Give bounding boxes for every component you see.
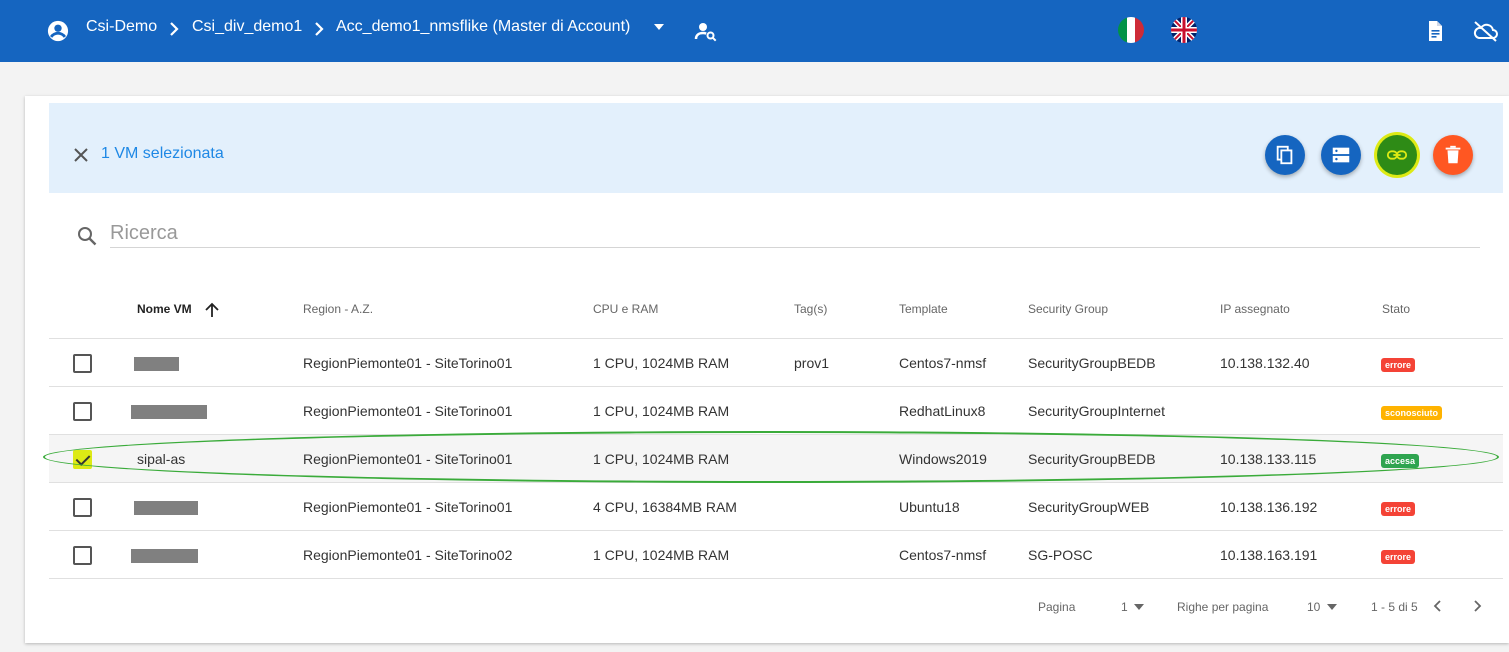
column-header-template[interactable]: Template — [899, 302, 948, 316]
redacted-vm-name — [134, 357, 179, 371]
column-header-security-group[interactable]: Security Group — [1028, 302, 1108, 316]
region-cell: RegionPiemonte01 - SiteTorino02 — [303, 547, 513, 563]
cpu-ram-cell: 1 CPU, 1024MB RAM — [593, 547, 730, 563]
table-row[interactable]: sipal-as RegionPiemonte01 - SiteTorino01… — [49, 434, 1503, 482]
redacted-vm-name — [134, 501, 198, 515]
page-range: 1 - 5 di 5 — [1371, 600, 1418, 614]
chevron-left-icon[interactable] — [1430, 598, 1446, 614]
copy-button[interactable] — [1265, 135, 1305, 175]
page-label: Pagina — [1038, 600, 1076, 614]
status-badge: errore — [1381, 502, 1416, 516]
trash-icon — [1445, 145, 1461, 164]
ip-cell: 10.138.163.191 — [1220, 547, 1318, 563]
table-row[interactable]: RegionPiemonte01 - SiteTorino01 1 CPU, 1… — [49, 338, 1503, 386]
account-circle-icon[interactable] — [47, 20, 69, 42]
status-badge: sconosciuto — [1381, 406, 1443, 420]
cpu-ram-cell: 1 CPU, 1024MB RAM — [593, 355, 730, 371]
table-row[interactable]: RegionPiemonte01 - SiteTorino01 1 CPU, 1… — [49, 386, 1503, 434]
security-group-cell: SG-POSC — [1028, 547, 1093, 563]
page-select[interactable]: 1 — [1121, 600, 1128, 614]
row-checkbox[interactable] — [73, 354, 92, 373]
ip-cell: 10.138.132.40 — [1220, 355, 1310, 371]
document-icon[interactable] — [1423, 19, 1447, 43]
template-cell: RedhatLinux8 — [899, 403, 986, 419]
template-cell: Windows2019 — [899, 451, 987, 467]
uk-flag-icon[interactable] — [1171, 17, 1197, 43]
template-cell: Centos7-nmsf — [899, 547, 987, 563]
storage-button[interactable] — [1321, 135, 1361, 175]
close-icon[interactable] — [73, 147, 89, 163]
search-input[interactable] — [110, 220, 1480, 248]
row-checkbox[interactable] — [73, 402, 92, 421]
table-row[interactable]: RegionPiemonte01 - SiteTorino01 4 CPU, 1… — [49, 482, 1503, 530]
status-badge: errore — [1381, 358, 1416, 372]
chevron-right-icon — [170, 22, 179, 36]
cloud-off-icon[interactable] — [1472, 19, 1500, 43]
redacted-vm-name — [131, 405, 207, 419]
row-checkbox[interactable] — [73, 498, 92, 517]
selection-count-label: 1 VM selezionata — [101, 145, 224, 162]
tags-cell: prov1 — [794, 355, 830, 371]
column-header-region[interactable]: Region - A.Z. — [303, 302, 373, 316]
vm-name-cell: sipal-as — [137, 451, 186, 467]
security-group-cell: SecurityGroupInternet — [1028, 403, 1165, 419]
status-badge: accesa — [1381, 454, 1420, 468]
search-icon — [78, 227, 97, 246]
region-cell: RegionPiemonte01 - SiteTorino01 — [303, 355, 513, 371]
template-cell: Ubuntu18 — [899, 499, 960, 515]
column-header-status[interactable]: Stato — [1382, 302, 1410, 316]
delete-button[interactable] — [1433, 135, 1473, 175]
redacted-vm-name — [131, 549, 198, 563]
security-group-cell: SecurityGroupBEDB — [1028, 355, 1156, 371]
chevron-right-icon[interactable] — [1469, 598, 1485, 614]
row-checkbox[interactable] — [73, 450, 92, 469]
breadcrumb-account[interactable]: Acc_demo1_nmsflike (Master di Account) — [336, 18, 630, 36]
column-header-tags[interactable]: Tag(s) — [794, 302, 827, 316]
ip-cell: 10.138.136.192 — [1220, 499, 1318, 515]
breadcrumb-org[interactable]: Csi-Demo — [86, 18, 157, 36]
security-group-cell: SecurityGroupWEB — [1028, 499, 1150, 515]
copy-icon — [1276, 145, 1293, 165]
caret-down-icon[interactable] — [1134, 603, 1144, 611]
column-header-ip[interactable]: IP assegnato — [1220, 302, 1290, 316]
template-cell: Centos7-nmsf — [899, 355, 987, 371]
security-group-cell: SecurityGroupBEDB — [1028, 451, 1156, 467]
region-cell: RegionPiemonte01 - SiteTorino01 — [303, 403, 513, 419]
table-row[interactable]: RegionPiemonte01 - SiteTorino02 1 CPU, 1… — [49, 530, 1503, 578]
column-header-cpu-ram[interactable]: CPU e RAM — [593, 302, 658, 316]
top-app-bar: Csi-Demo Csi_div_demo1 Acc_demo1_nmsflik… — [0, 0, 1509, 62]
region-cell: RegionPiemonte01 - SiteTorino01 — [303, 451, 513, 467]
caret-down-icon[interactable] — [1327, 603, 1337, 611]
link-icon — [1386, 150, 1408, 160]
storage-icon — [1332, 147, 1350, 163]
cpu-ram-cell: 4 CPU, 16384MB RAM — [593, 499, 737, 515]
arrow-up-icon[interactable] — [203, 301, 221, 319]
ip-cell: 10.138.133.115 — [1220, 451, 1317, 467]
table-divider — [49, 578, 1503, 579]
row-checkbox[interactable] — [73, 546, 92, 565]
breadcrumb-division[interactable]: Csi_div_demo1 — [192, 18, 302, 36]
region-cell: RegionPiemonte01 - SiteTorino01 — [303, 499, 513, 515]
column-header-name[interactable]: Nome VM — [137, 302, 192, 316]
cpu-ram-cell: 1 CPU, 1024MB RAM — [593, 403, 730, 419]
status-badge: errore — [1381, 550, 1416, 564]
rows-per-page-label: Righe per pagina — [1177, 600, 1269, 614]
italian-flag-icon[interactable] — [1118, 17, 1144, 43]
cpu-ram-cell: 1 CPU, 1024MB RAM — [593, 451, 730, 467]
chevron-right-icon — [315, 22, 324, 36]
link-button[interactable] — [1377, 135, 1417, 175]
caret-down-icon[interactable] — [652, 20, 666, 34]
user-search-icon[interactable] — [694, 19, 718, 43]
rows-per-page-select[interactable]: 10 — [1307, 600, 1320, 614]
